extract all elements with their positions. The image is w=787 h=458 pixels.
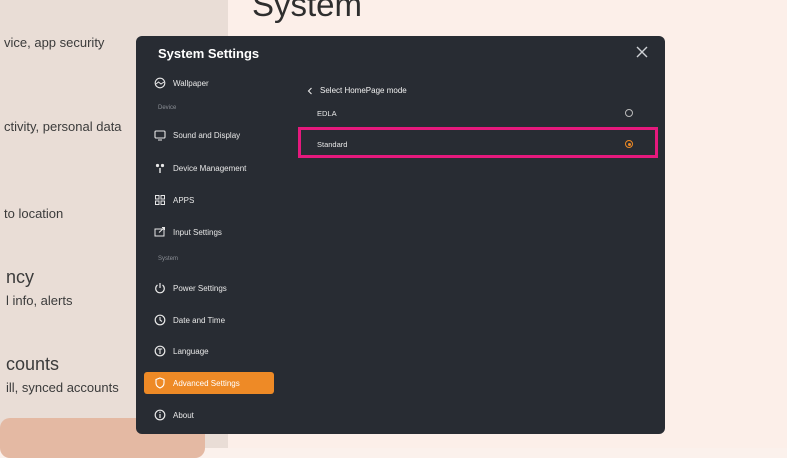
option-standard-label[interactable]: Standard — [317, 140, 347, 149]
system-settings-dialog: System Settings Wallpaper Device Sound a… — [136, 36, 665, 434]
background-subtitle-location: to location — [4, 206, 64, 221]
sidebar-item-apps[interactable]: APPS — [144, 189, 274, 211]
close-icon[interactable] — [635, 45, 649, 59]
input-icon — [154, 227, 165, 237]
content-title: Select HomePage mode — [320, 86, 407, 95]
option-standard-radio[interactable] — [625, 140, 633, 148]
power-icon — [155, 283, 165, 294]
sidebar-item-label: Device Management — [173, 163, 247, 173]
background-subtitle-accounts: ill, synced accounts — [6, 380, 119, 395]
sidebar-item-wallpaper[interactable]: Wallpaper — [144, 72, 274, 94]
background-subtitle-privacy: ctivity, personal data — [4, 119, 122, 134]
background-subtitle-security: vice, app security — [4, 35, 105, 50]
clock-icon — [154, 314, 166, 326]
shield-icon — [155, 377, 165, 389]
dialog-title: System Settings — [158, 46, 260, 61]
sidebar-item-label: Advanced Settings — [173, 378, 240, 388]
sidebar-item-label: Date and Time — [173, 315, 226, 325]
option-edla-label[interactable]: EDLA — [317, 109, 337, 118]
sidebar-item-device-management[interactable]: Device Management — [144, 157, 274, 179]
background-subtitle-alerts: l info, alerts — [6, 293, 73, 308]
sidebar-item-label: APPS — [173, 195, 195, 205]
device-management-icon — [155, 163, 165, 173]
sidebar-item-power-settings[interactable]: Power Settings — [144, 277, 274, 299]
wallpaper-icon — [154, 77, 166, 89]
sidebar-item-sound-and-display[interactable]: Sound and Display — [144, 124, 274, 146]
apps-icon — [155, 195, 165, 205]
sidebar-item-advanced-settings[interactable]: Advanced Settings — [144, 372, 274, 394]
sidebar-item-language[interactable]: Language — [144, 340, 274, 362]
sidebar-item-label: Sound and Display — [173, 130, 241, 140]
section-label-system: System — [158, 256, 179, 262]
sidebar-item-about[interactable]: About — [144, 404, 274, 426]
sidebar-item-input-settings[interactable]: Input Settings — [144, 221, 274, 243]
sidebar-item-label: Language — [173, 346, 209, 356]
background-page-title: System — [252, 0, 363, 23]
language-icon — [154, 345, 166, 357]
background-heading-emergency: ncy — [6, 267, 35, 287]
back-button[interactable]: Select HomePage mode — [306, 86, 407, 95]
chevron-left-icon — [307, 87, 312, 94]
sidebar-item-label: About — [173, 410, 194, 420]
sidebar-item-label: Power Settings — [173, 283, 227, 293]
sidebar-item-date-and-time[interactable]: Date and Time — [144, 309, 274, 331]
sidebar-item-label: Wallpaper — [173, 78, 209, 88]
background-heading-accounts: counts — [6, 354, 60, 374]
option-edla-radio[interactable] — [625, 109, 633, 117]
display-icon — [154, 130, 166, 141]
section-label-device: Device — [158, 105, 177, 111]
sidebar-item-label: Input Settings — [173, 227, 222, 237]
info-icon — [154, 409, 166, 421]
